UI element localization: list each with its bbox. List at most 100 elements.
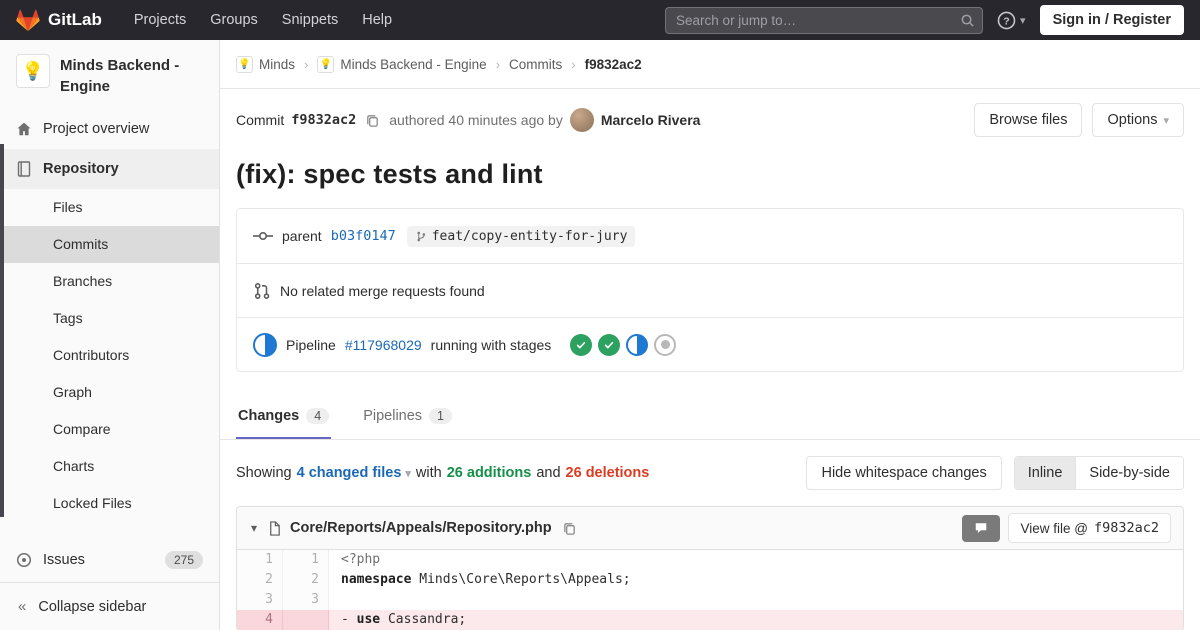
branch-ref-pill[interactable]: feat/copy-entity-for-jury	[406, 225, 636, 247]
chevron-down-icon: ▾	[1020, 14, 1026, 27]
deletion-sign: -	[341, 612, 357, 627]
old-line-number[interactable]: 3	[237, 590, 283, 610]
gitlab-logo[interactable]: GitLab	[16, 9, 102, 32]
toggle-comments-button[interactable]	[962, 514, 1001, 542]
changed-files-dropdown[interactable]: 4 changed files ▾	[297, 465, 411, 481]
old-line-number[interactable]: 4	[237, 610, 283, 630]
commit-sha: f9832ac2	[291, 112, 357, 128]
diff-view-toggle: Inline Side-by-side	[1013, 456, 1184, 490]
sidebar-item-tags[interactable]: Tags	[0, 300, 219, 337]
issues-count-badge: 275	[164, 551, 203, 569]
copy-file-path-button[interactable]	[560, 519, 579, 538]
parent-row: parent b03f0147 feat/copy-entity-for-jur…	[237, 209, 1183, 263]
new-line-number[interactable]: 1	[283, 550, 329, 570]
pipeline-id-link[interactable]: #117968029	[345, 337, 422, 353]
branch-icon	[415, 230, 427, 243]
sidebar-item-repository[interactable]: Repository	[0, 149, 219, 189]
commit-label: Commit	[236, 112, 285, 128]
sidebar-nav: Project overview Repository Files Commit…	[0, 109, 219, 580]
commit-tabs: Changes 4 Pipelines 1	[220, 396, 1200, 440]
branch-name: feat/copy-entity-for-jury	[431, 228, 628, 244]
main-content: 💡 Minds › 💡 Minds Backend - Engine › Com…	[220, 40, 1200, 630]
tab-changes[interactable]: Changes 4	[236, 396, 332, 439]
sidebar-item-issues[interactable]: Issues 275	[0, 540, 219, 580]
view-file-button[interactable]: View file @ f9832ac2	[1008, 513, 1171, 543]
chevron-down-icon: ▾	[405, 467, 411, 480]
file-diff-header: ▾ Core/Reports/Appeals/Repository.php Vi…	[237, 507, 1183, 550]
new-line-number[interactable]	[283, 610, 329, 630]
commit-icon	[253, 229, 273, 243]
repository-subnav: Files Commits Branches Tags Contributors…	[0, 189, 219, 522]
inline-view-button[interactable]: Inline	[1014, 457, 1076, 489]
showing-label: Showing	[236, 465, 292, 481]
search-icon	[960, 13, 975, 28]
deletions-count: 26 deletions	[565, 465, 650, 481]
nav-item-groups[interactable]: Groups	[198, 0, 270, 40]
stage-status-created-icon[interactable]	[654, 333, 677, 356]
sidebar-item-label: Issues	[43, 552, 85, 568]
copy-sha-button[interactable]	[363, 111, 382, 130]
sidebar-item-graph[interactable]: Graph	[0, 374, 219, 411]
brand-name: GitLab	[48, 10, 102, 29]
author-avatar[interactable]	[569, 108, 594, 132]
collapse-label: Collapse sidebar	[38, 598, 147, 615]
sidebar-item-locked-files[interactable]: Locked Files	[0, 485, 219, 522]
project-name: Minds Backend - Engine	[60, 57, 180, 95]
sidebar-item-label: Repository	[43, 161, 119, 177]
pipeline-running-icon[interactable]	[253, 332, 277, 357]
chevron-down-icon: ▾	[1163, 114, 1169, 127]
old-line-number[interactable]: 1	[237, 550, 283, 570]
parent-label: parent	[282, 228, 322, 244]
sidebar-project-link[interactable]: 💡 Minds Backend - Engine	[0, 40, 219, 109]
stage-status-passed-icon[interactable]	[598, 333, 621, 356]
author-name[interactable]: Marcelo Rivera	[601, 112, 701, 128]
hide-whitespace-button[interactable]: Hide whitespace changes	[806, 456, 1002, 490]
global-search	[665, 6, 984, 34]
code-text: <?php	[341, 552, 381, 567]
parent-sha-link[interactable]: b03f0147	[331, 228, 396, 244]
question-icon: ?	[997, 11, 1016, 30]
sign-in-button[interactable]: Sign in / Register	[1039, 5, 1184, 35]
breadcrumb-group-minds[interactable]: 💡 Minds	[236, 55, 295, 73]
collapse-file-caret[interactable]: ▾	[249, 519, 259, 537]
active-section-indicator	[0, 144, 4, 517]
breadcrumb: 💡 Minds › 💡 Minds Backend - Engine › Com…	[220, 40, 1200, 89]
sidebar-item-charts[interactable]: Charts	[0, 448, 219, 485]
help-dropdown[interactable]: ? ▾	[997, 11, 1026, 30]
sidebar-item-contributors[interactable]: Contributors	[0, 337, 219, 374]
breadcrumb-commits[interactable]: Commits	[509, 57, 562, 72]
code-text: namespace Minds\Core\Reports\Appeals;	[341, 572, 631, 587]
pipeline-status-text: running with stages	[430, 336, 552, 353]
and-label: and	[536, 465, 561, 481]
top-navbar: GitLab Projects Groups Snippets Help ? ▾…	[0, 0, 1200, 40]
gitlab-tanuki-icon	[16, 9, 40, 32]
nav-item-snippets[interactable]: Snippets	[270, 0, 350, 40]
breadcrumb-project[interactable]: 💡 Minds Backend - Engine	[317, 55, 487, 73]
new-line-number[interactable]: 2	[283, 570, 329, 590]
commit-title: (fix): spec tests and lint	[236, 159, 543, 189]
sidebar-item-commits[interactable]: Commits	[0, 226, 219, 263]
breadcrumb-separator: ›	[571, 56, 576, 72]
browse-files-button[interactable]: Browse files	[974, 103, 1083, 137]
sidebar-item-compare[interactable]: Compare	[0, 411, 219, 448]
merge-request-row: No related merge requests found	[237, 263, 1183, 317]
sidebar-item-project-overview[interactable]: Project overview	[0, 109, 219, 149]
stage-status-passed-icon[interactable]	[570, 333, 593, 356]
search-input[interactable]	[665, 6, 984, 34]
side-by-side-view-button[interactable]: Side-by-side	[1075, 457, 1183, 489]
tab-pipelines[interactable]: Pipelines 1	[361, 396, 454, 439]
old-line-number[interactable]: 2	[237, 570, 283, 590]
diff-line-deletion: 4 - use Cassandra;	[237, 610, 1183, 630]
stage-status-running-icon[interactable]	[626, 333, 649, 356]
sidebar-item-label: Project overview	[43, 121, 150, 137]
diff-line: 1 1 <?php	[237, 550, 1183, 570]
nav-item-help[interactable]: Help	[350, 0, 404, 40]
options-dropdown-button[interactable]: Options ▾	[1092, 103, 1184, 137]
svg-text:?: ?	[1003, 15, 1009, 27]
collapse-sidebar-button[interactable]: « Collapse sidebar	[0, 582, 219, 630]
changes-count-badge: 4	[306, 408, 330, 424]
nav-item-projects[interactable]: Projects	[122, 0, 198, 40]
sidebar-item-files[interactable]: Files	[0, 189, 219, 226]
sidebar-item-branches[interactable]: Branches	[0, 263, 219, 300]
new-line-number[interactable]: 3	[283, 590, 329, 610]
